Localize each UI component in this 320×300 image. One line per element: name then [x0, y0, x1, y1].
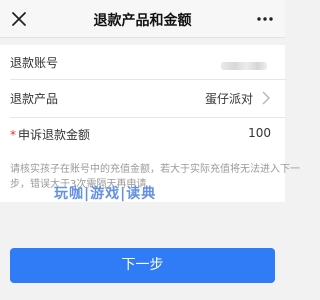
required-mark: * — [10, 128, 16, 142]
account-row: 退款账号 — [10, 45, 275, 77]
more-dots-icon[interactable] — [255, 8, 275, 30]
nav-bar: 退款产品和金额 — [0, 0, 285, 38]
account-value-obscured — [221, 62, 267, 70]
account-label: 退款账号 — [10, 56, 59, 70]
amount-label-group: * 申诉退款金额 — [10, 126, 90, 143]
amount-row: * 申诉退款金额 100 — [10, 117, 275, 149]
product-row[interactable]: 退款产品 蛋仔派对 — [10, 81, 275, 113]
hint-text: 请核实孩子在账号中的充值金额，若大于实际充值将无法进入下一步，错误大于3次需隔天… — [10, 164, 300, 190]
divider — [10, 79, 285, 80]
next-button[interactable]: 下一步 — [10, 248, 275, 283]
product-label: 退款产品 — [10, 92, 59, 106]
page-title: 退款产品和金额 — [93, 13, 192, 29]
amount-input[interactable]: 100 — [248, 126, 271, 140]
amount-label: 申诉退款金额 — [18, 128, 91, 142]
chevron-right-icon — [262, 91, 270, 105]
product-value: 蛋仔派对 — [204, 92, 253, 106]
